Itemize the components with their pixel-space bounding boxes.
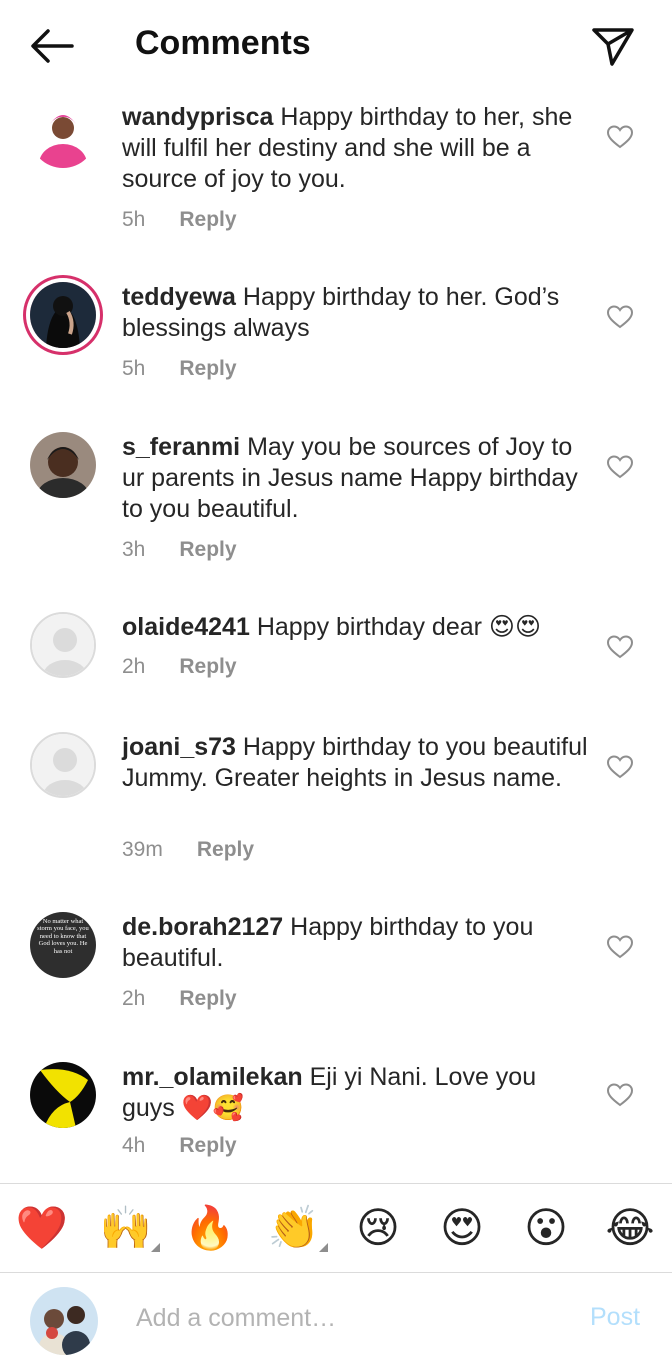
comment-meta: 39m Reply	[122, 838, 254, 862]
comment-username[interactable]: teddyewa	[122, 283, 236, 311]
surprised-emoji-button[interactable]: 😮	[518, 1202, 574, 1254]
reply-button[interactable]: Reply	[197, 838, 254, 861]
comment-meta: 2h Reply	[122, 987, 237, 1011]
reply-button[interactable]: Reply	[179, 208, 236, 231]
clapping-emoji-button[interactable]: 👏	[266, 1202, 328, 1254]
comment-input[interactable]	[134, 1301, 558, 1335]
heart-icon[interactable]	[606, 634, 634, 660]
laughing-emoji-button[interactable]: 😂	[602, 1202, 658, 1254]
my-avatar	[30, 1287, 98, 1355]
comment-body: teddyewa Happy birthday to her. God’s bl…	[122, 282, 592, 344]
crying-emoji-button[interactable]: 😢	[350, 1202, 406, 1254]
comment-time: 39m	[122, 838, 163, 861]
comment-time: 2h	[122, 655, 146, 678]
quick-reaction-bar: ❤️ 🙌 🔥 👏 😢 😍 😮 😂	[0, 1184, 672, 1272]
comment-time: 2h	[122, 987, 146, 1010]
avatar[interactable]	[30, 732, 96, 798]
comment-composer: Post	[0, 1273, 672, 1355]
avatar[interactable]: No matter what storm you face, you need …	[30, 912, 96, 978]
heart-icon[interactable]	[606, 454, 634, 480]
comment-time: 3h	[122, 538, 146, 561]
comment-meta: 2h Reply	[122, 655, 237, 679]
comment-meta: 3h Reply	[122, 538, 237, 562]
comment-body: wandyprisca Happy birthday to her, she w…	[122, 102, 592, 195]
heart-eyes-emoji-button[interactable]: 😍	[434, 1202, 490, 1254]
clapping-emoji: 👏	[267, 1204, 321, 1251]
skin-tone-indicator-icon	[319, 1243, 328, 1252]
reply-button[interactable]: Reply	[179, 987, 236, 1010]
comment-body: mr._olamilekan Eji yi Nani. Love you guy…	[122, 1062, 592, 1124]
heart-icon[interactable]	[606, 754, 634, 780]
direct-share-icon[interactable]	[588, 24, 638, 68]
heart-icon[interactable]	[606, 934, 634, 960]
raised-hands-emoji: 🙌	[99, 1204, 153, 1251]
skin-tone-indicator-icon	[151, 1243, 160, 1252]
comment-username[interactable]: joani_s73	[122, 733, 236, 761]
comment-meta: 4h Reply	[122, 1134, 237, 1158]
fire-emoji-button[interactable]: 🔥	[182, 1202, 238, 1254]
comment-meta: 5h Reply	[122, 357, 237, 381]
comment-time: 5h	[122, 357, 146, 380]
reply-button[interactable]: Reply	[179, 357, 236, 380]
reply-button[interactable]: Reply	[179, 538, 236, 561]
back-arrow-icon[interactable]	[28, 26, 76, 66]
avatar[interactable]	[30, 612, 96, 678]
reply-button[interactable]: Reply	[179, 1134, 236, 1157]
comment-username[interactable]: wandyprisca	[122, 103, 273, 131]
page-title: Comments	[135, 24, 311, 62]
comment-body: olaide4241 Happy birthday dear 😍😍	[122, 612, 592, 643]
reply-button[interactable]: Reply	[179, 655, 236, 678]
comment-meta: 5h Reply	[122, 208, 237, 232]
comment-username[interactable]: s_feranmi	[122, 433, 240, 461]
avatar[interactable]	[30, 432, 96, 498]
comment-time: 5h	[122, 208, 146, 231]
comment-body: joani_s73 Happy birthday to you beautifu…	[122, 732, 592, 794]
comment-text: Happy birthday dear 😍😍	[256, 613, 542, 641]
post-button[interactable]: Post	[590, 1303, 640, 1332]
comment-time: 4h	[122, 1134, 146, 1157]
heart-icon[interactable]	[606, 1082, 634, 1108]
avatar[interactable]	[30, 102, 96, 168]
heart-emoji-button[interactable]: ❤️	[14, 1202, 70, 1254]
comment-body: de.borah2127 Happy birthday to you beaut…	[122, 912, 592, 974]
comment-username[interactable]: de.borah2127	[122, 913, 283, 941]
avatar-quote-text: No matter what storm you face, you need …	[37, 918, 89, 955]
avatar[interactable]	[30, 1062, 96, 1128]
header-bar: Comments	[0, 0, 672, 92]
heart-icon[interactable]	[606, 304, 634, 330]
raised-hands-emoji-button[interactable]: 🙌	[98, 1202, 160, 1254]
comment-username[interactable]: olaide4241	[122, 613, 250, 641]
heart-icon[interactable]	[606, 124, 634, 150]
comment-body: s_feranmi May you be sources of Joy to u…	[122, 432, 592, 525]
avatar[interactable]	[30, 282, 96, 348]
comment-username[interactable]: mr._olamilekan	[122, 1063, 303, 1091]
